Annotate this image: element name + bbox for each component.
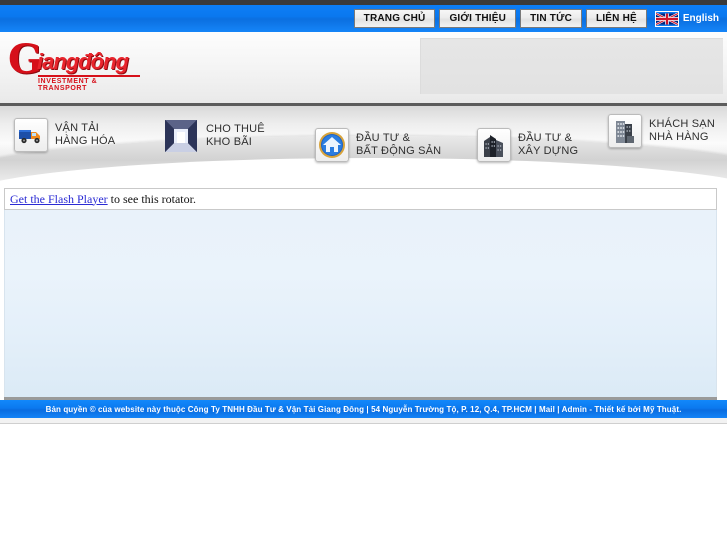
page-whitespace [0, 424, 727, 545]
category-label: CHO THUÊ KHO BÃI [206, 123, 265, 149]
footer-copyright-text: Bản quyền © của website này thuộc Công T… [45, 404, 682, 414]
hotel-icon [608, 114, 642, 148]
category-label-line2: HÀNG HÓA [55, 135, 116, 147]
nav-gioi-thieu[interactable]: GIỚI THIỆU [439, 9, 517, 28]
category-cho-thue-kho-bai[interactable]: CHO THUÊ KHO BÃI [163, 118, 265, 154]
category-label: ĐẦU TƯ & XÂY DỰNG [518, 132, 578, 158]
nav-trang-chu[interactable]: TRANG CHỦ [353, 9, 436, 28]
category-label-line1: CHO THUÊ [206, 123, 265, 135]
header-banner-placeholder [420, 38, 723, 94]
flash-player-notice: Get the Flash Player to see this rotator… [4, 188, 717, 210]
category-label: ĐẦU TƯ & BẤT ĐỘNG SẢN [356, 132, 441, 158]
category-label-line2: BẤT ĐỘNG SẢN [356, 145, 442, 157]
truck-icon [14, 118, 48, 152]
page-root: TRANG CHỦ GIỚI THIỆU TIN TỨC LIÊN HỆ Eng… [0, 0, 727, 545]
logo-underline [38, 75, 140, 77]
category-label-line1: ĐẦU TƯ & [518, 132, 573, 144]
category-khach-san-nha-hang[interactable]: KHÁCH SẠN NHÀ HÀNG [608, 114, 715, 148]
category-label-line1: VẬN TẢI [55, 122, 99, 134]
category-van-tai-hang-hoa[interactable]: VẬN TẢI HÀNG HÓA [14, 118, 115, 152]
category-dau-tu-xay-dung[interactable]: ĐẦU TƯ & XÂY DỰNG [477, 128, 578, 162]
site-logo[interactable]: G iangđông INVESTMENT & TRANSPORT [8, 40, 148, 96]
site-header: G iangđông INVESTMENT & TRANSPORT [0, 32, 727, 104]
skyscrapers-icon [477, 128, 511, 162]
category-label-line2: XÂY DỰNG [518, 145, 579, 157]
uk-flag-icon [654, 10, 679, 27]
category-bar: VẬN TẢI HÀNG HÓA CHO THUÊ KHO BÃI ĐẦU TƯ… [0, 106, 727, 184]
site-footer: Bản quyền © của website này thuộc Công T… [0, 400, 727, 418]
category-label-line1: ĐẦU TƯ & [356, 132, 411, 144]
warehouse-icon [163, 118, 199, 154]
nav-lien-he[interactable]: LIÊN HỆ [586, 9, 647, 28]
category-label: KHÁCH SẠN NHÀ HÀNG [649, 118, 715, 144]
language-label: English [682, 13, 719, 24]
house-badge-icon [315, 128, 349, 162]
flash-notice-text: to see this rotator. [110, 191, 196, 206]
category-label-line2: KHO BÃI [206, 136, 253, 148]
category-dau-tu-bat-dong-san[interactable]: ĐẦU TƯ & BẤT ĐỘNG SẢN [315, 128, 441, 162]
main-content-area [4, 210, 717, 397]
nav-tin-tuc[interactable]: TIN TỨC [520, 9, 583, 28]
top-navigation-items: TRANG CHỦ GIỚI THIỆU TIN TỨC LIÊN HỆ Eng… [353, 5, 727, 32]
category-label: VẬN TẢI HÀNG HÓA [55, 122, 115, 148]
top-navigation-bar: TRANG CHỦ GIỚI THIỆU TIN TỨC LIÊN HỆ Eng… [0, 5, 727, 33]
logo-tagline: INVESTMENT & TRANSPORT [38, 78, 98, 92]
logo-word: iangđông [37, 49, 129, 74]
category-label-line1: KHÁCH SẠN [649, 118, 715, 130]
language-switcher[interactable]: English [651, 10, 723, 27]
get-flash-player-link[interactable]: Get the Flash Player [10, 192, 108, 207]
category-label-line2: NHÀ HÀNG [649, 131, 709, 143]
logo-wordmark: G iangđông INVESTMENT & TRANSPORT [8, 40, 148, 92]
